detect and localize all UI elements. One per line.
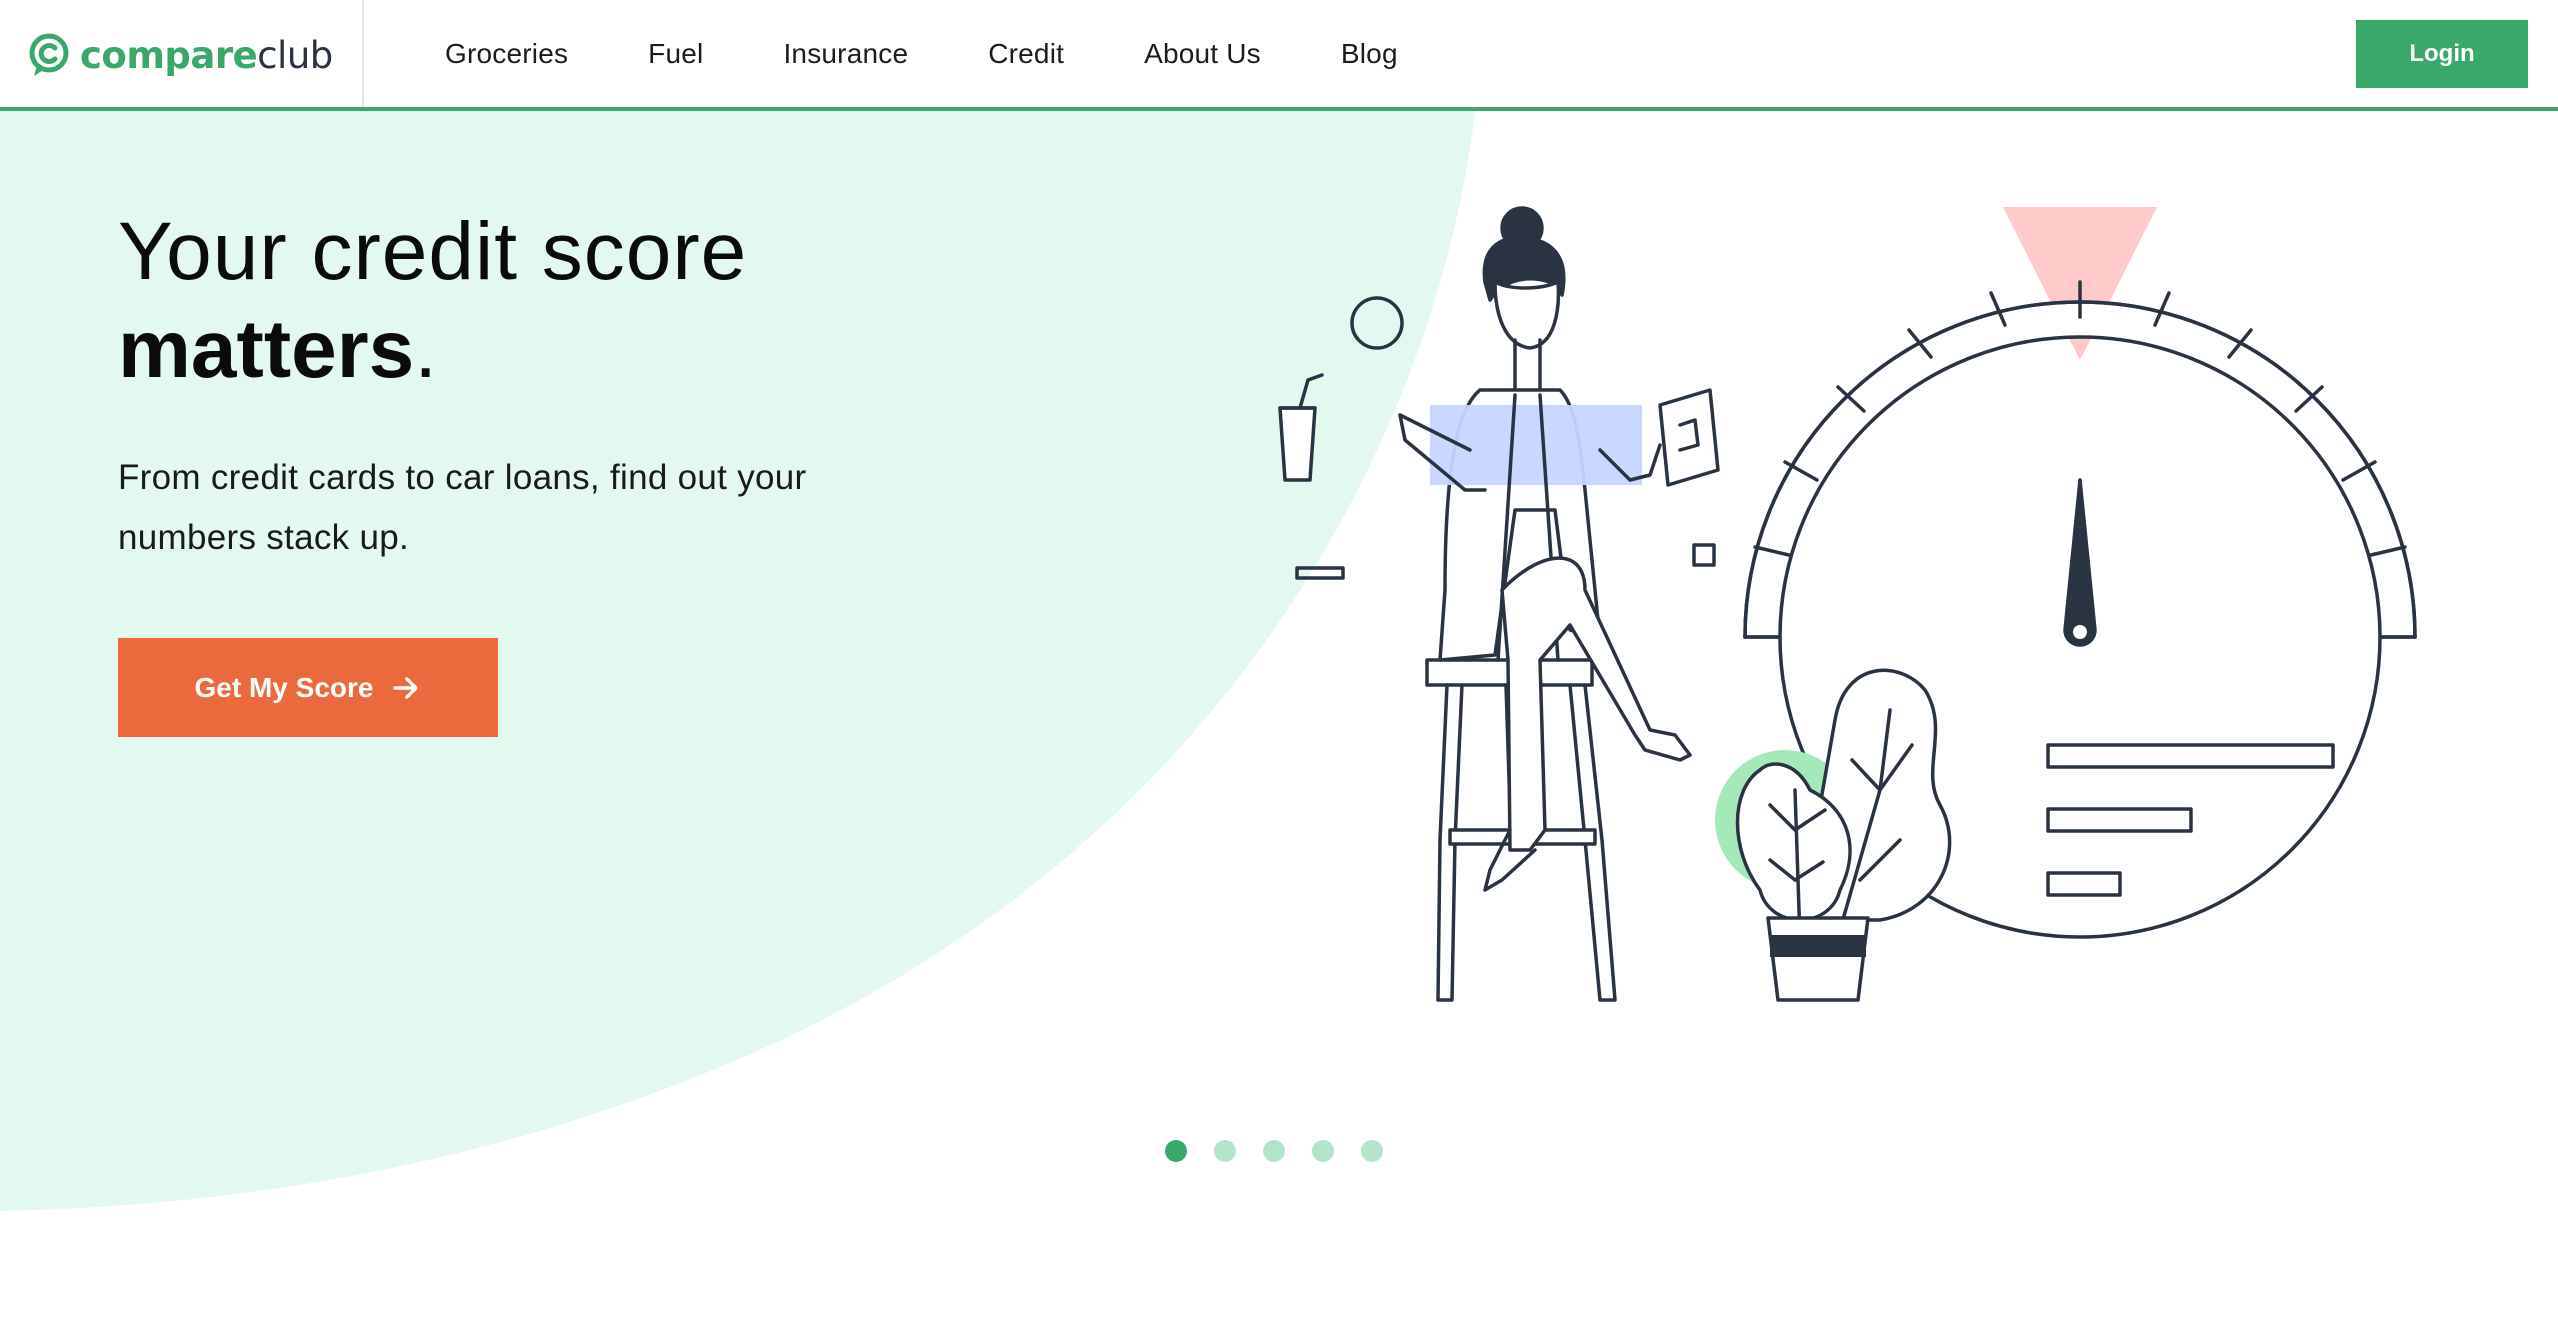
- decor-dash: [1295, 566, 1345, 580]
- page: compareclub Groceries Fuel Insurance Cre…: [0, 0, 2558, 1332]
- potted-plant: [1715, 668, 1952, 1002]
- woman-figure: [1278, 206, 1720, 892]
- hero-title-period: .: [414, 304, 438, 395]
- decor-square: [1692, 543, 1716, 567]
- carousel-dot-4[interactable]: [1312, 1140, 1334, 1162]
- carousel-dot-5[interactable]: [1361, 1140, 1383, 1162]
- site-header: compareclub Groceries Fuel Insurance Cre…: [0, 0, 2558, 111]
- nav-item-about-us[interactable]: About Us: [1144, 38, 1261, 70]
- nav-item-credit[interactable]: Credit: [988, 38, 1064, 70]
- hero-title-line1: Your credit score: [118, 206, 748, 297]
- hero-title-line2: matters.: [118, 301, 747, 399]
- nav-item-insurance[interactable]: Insurance: [783, 38, 908, 70]
- main-nav: Groceries Fuel Insurance Credit About Us…: [445, 0, 1478, 107]
- nav-item-groceries[interactable]: Groceries: [445, 38, 568, 70]
- carousel-dot-3[interactable]: [1263, 1140, 1285, 1162]
- carousel-dot-2[interactable]: [1214, 1140, 1236, 1162]
- nav-item-blog[interactable]: Blog: [1341, 38, 1398, 70]
- decor-circle: [1350, 296, 1404, 350]
- logo-club-text: club: [257, 33, 333, 77]
- get-my-score-label: Get My Score: [194, 671, 374, 703]
- logo-compare-text: compare: [80, 33, 258, 77]
- logo-wordmark: compareclub: [80, 34, 333, 77]
- login-button[interactable]: Login: [2356, 20, 2528, 88]
- get-my-score-button[interactable]: Get My Score: [118, 638, 498, 737]
- header-divider: [362, 0, 364, 107]
- hero-title-emphasis: matters: [118, 304, 415, 395]
- hero-subtitle: From credit cards to car loans, find out…: [118, 458, 807, 557]
- compareclub-logo-icon: [29, 33, 69, 76]
- arrow-right-icon: [393, 676, 419, 699]
- hero-illustration: [1278, 206, 2417, 1002]
- hero-title: Your credit score matters.: [118, 203, 747, 399]
- carousel-dot-1[interactable]: [1165, 1140, 1187, 1162]
- carousel-dots: [1165, 1140, 1383, 1162]
- nav-item-fuel[interactable]: Fuel: [648, 38, 703, 70]
- compareclub-logo[interactable]: compareclub: [26, 30, 333, 80]
